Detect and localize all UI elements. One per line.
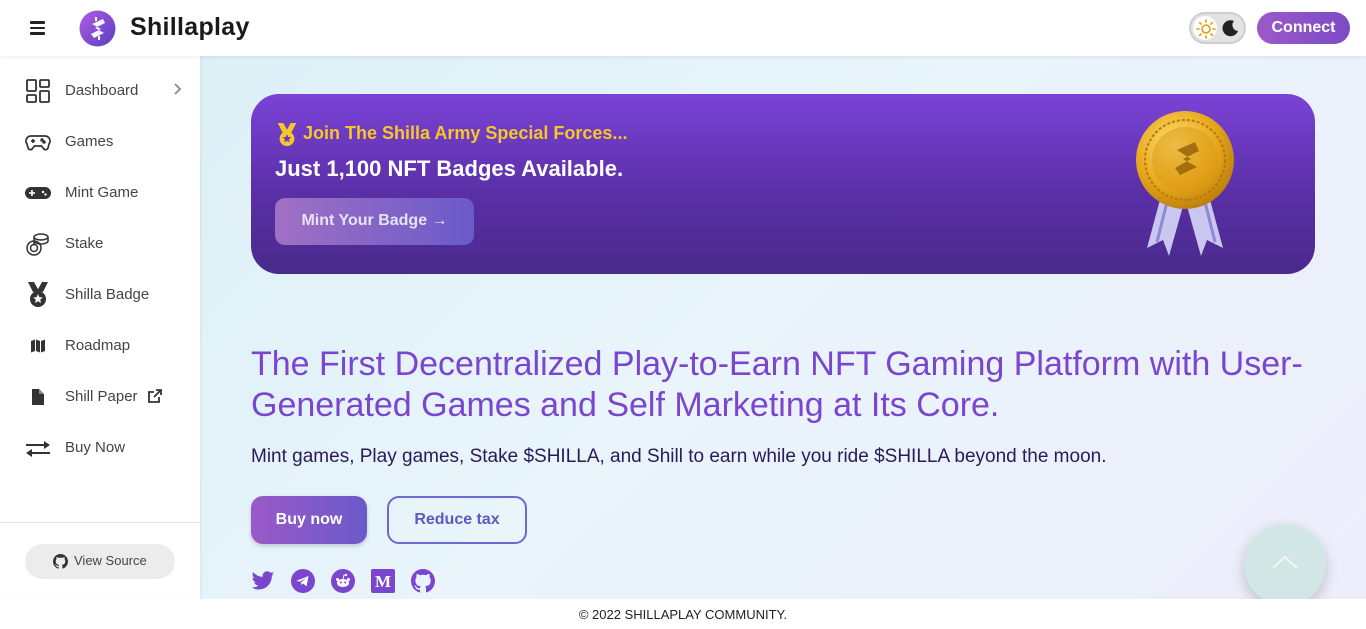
- sidebar-divider: [0, 522, 200, 523]
- sidebar-item-games[interactable]: Games: [0, 116, 200, 167]
- map-icon: [25, 333, 51, 359]
- gold-medal-icon: [1136, 111, 1234, 256]
- main-content: Join The Shilla Army Special Forces... J…: [200, 56, 1366, 599]
- scroll-to-top-button[interactable]: [1244, 524, 1326, 599]
- promo-banner: Join The Shilla Army Special Forces... J…: [251, 94, 1315, 274]
- svg-text:M: M: [375, 572, 391, 591]
- buy-now-button[interactable]: Buy now: [251, 496, 367, 544]
- view-source-button[interactable]: View Source: [25, 544, 175, 579]
- connect-button[interactable]: Connect: [1257, 12, 1350, 44]
- sidebar: Dashboard Games Mint Game Stake Shilla B…: [0, 56, 200, 599]
- hero-title: The First Decentralized Play-to-Earn NFT…: [251, 345, 1303, 424]
- banner-headline: Just 1,100 NFT Badges Available.: [275, 156, 624, 181]
- exchange-icon: [25, 435, 51, 461]
- coins-icon: [25, 231, 51, 257]
- sidebar-item-label: Games: [65, 133, 114, 150]
- hamburger-icon[interactable]: [28, 18, 48, 38]
- top-header: Shillaplay Connect: [0, 0, 1366, 56]
- sidebar-item-label: Buy Now: [65, 439, 126, 456]
- theme-toggle[interactable]: [1189, 12, 1246, 44]
- controller-icon: [25, 180, 51, 206]
- sidebar-item-label: Stake: [65, 235, 104, 252]
- sidebar-item-label: Shilla Badge: [65, 286, 150, 303]
- telegram-icon[interactable]: [291, 569, 315, 593]
- sidebar-item-stake[interactable]: Stake: [0, 218, 200, 269]
- sidebar-item-buy-now[interactable]: Buy Now: [0, 422, 200, 473]
- sidebar-item-dashboard[interactable]: Dashboard: [0, 65, 200, 116]
- dashboard-icon: [25, 78, 51, 104]
- github-icon[interactable]: [411, 569, 435, 593]
- sidebar-item-label: Dashboard: [65, 82, 139, 99]
- medal-icon: [277, 123, 297, 147]
- view-source-label: View Source: [74, 553, 147, 568]
- sidebar-item-roadmap[interactable]: Roadmap: [0, 320, 200, 371]
- sidebar-item-label: Shill Paper: [65, 388, 138, 405]
- medal-icon: [25, 282, 51, 308]
- sidebar-item-label: Roadmap: [65, 337, 131, 354]
- moon-icon: [1222, 20, 1238, 37]
- medium-icon[interactable]: M: [371, 569, 395, 593]
- github-icon: [53, 554, 68, 569]
- sidebar-item-shilla-badge[interactable]: Shilla Badge: [0, 269, 200, 320]
- hero-subtitle: Mint games, Play games, Stake $SHILLA, a…: [251, 446, 1107, 467]
- chevron-right-icon: [174, 83, 182, 95]
- logo-icon[interactable]: [79, 10, 116, 47]
- mint-badge-button[interactable]: Mint Your Badge →: [275, 198, 474, 245]
- banner-kicker: Join The Shilla Army Special Forces...: [303, 123, 628, 143]
- external-link-icon: [148, 389, 162, 403]
- reduce-tax-button[interactable]: Reduce tax: [387, 496, 527, 544]
- chevron-up-icon: [1272, 555, 1298, 569]
- footer-copyright: © 2022 SHILLAPLAY COMMUNITY.: [578, 607, 788, 622]
- sidebar-item-mint-game[interactable]: Mint Game: [0, 167, 200, 218]
- gamepad-icon: [25, 129, 51, 155]
- sidebar-item-label: Mint Game: [65, 184, 139, 201]
- reddit-icon[interactable]: [331, 569, 355, 593]
- brand-name[interactable]: Shillaplay: [130, 13, 250, 42]
- sun-icon: [1196, 19, 1216, 39]
- twitter-icon[interactable]: [251, 569, 275, 593]
- sidebar-item-shill-paper[interactable]: Shill Paper: [0, 371, 200, 422]
- document-icon: [25, 384, 51, 410]
- footer: © 2022 SHILLAPLAY COMMUNITY.: [0, 599, 1366, 629]
